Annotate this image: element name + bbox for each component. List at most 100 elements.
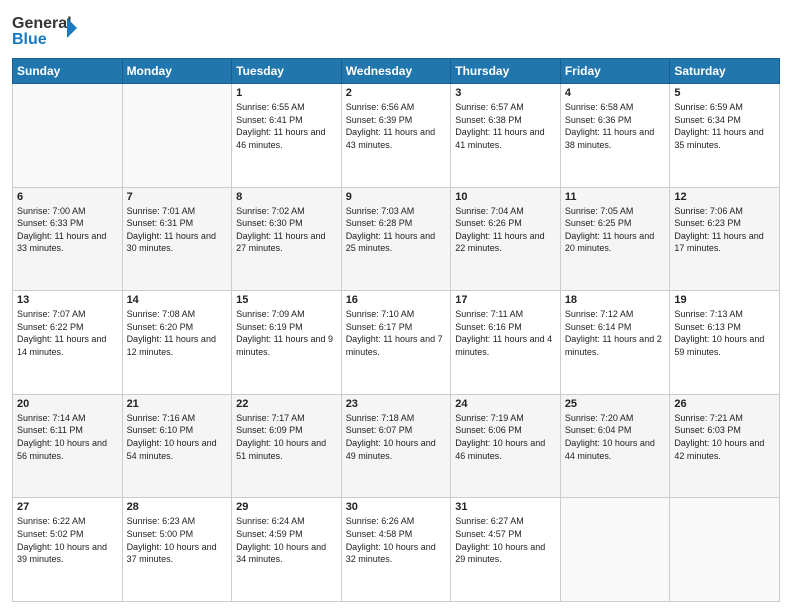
day-number: 30	[346, 501, 447, 513]
svg-text:General: General	[12, 15, 72, 32]
cell-info: Sunrise: 6:24 AM Sunset: 4:59 PM Dayligh…	[236, 515, 337, 565]
weekday-header-sunday: Sunday	[13, 59, 123, 84]
cell-info: Sunrise: 7:06 AM Sunset: 6:23 PM Dayligh…	[674, 205, 775, 255]
day-number: 3	[455, 87, 556, 99]
cell-info: Sunrise: 7:02 AM Sunset: 6:30 PM Dayligh…	[236, 205, 337, 255]
day-number: 31	[455, 501, 556, 513]
calendar-cell: 12 Sunrise: 7:06 AM Sunset: 6:23 PM Dayli…	[670, 187, 780, 291]
calendar-cell: 29 Sunrise: 6:24 AM Sunset: 4:59 PM Dayli…	[232, 498, 342, 602]
calendar-cell: 27 Sunrise: 6:22 AM Sunset: 5:02 PM Dayli…	[13, 498, 123, 602]
day-number: 16	[346, 294, 447, 306]
cell-info: Sunrise: 7:13 AM Sunset: 6:13 PM Dayligh…	[674, 308, 775, 358]
weekday-header-friday: Friday	[560, 59, 670, 84]
cell-info: Sunrise: 7:18 AM Sunset: 6:07 PM Dayligh…	[346, 412, 447, 462]
calendar-cell: 3 Sunrise: 6:57 AM Sunset: 6:38 PM Daylig…	[451, 84, 561, 188]
calendar-cell: 28 Sunrise: 6:23 AM Sunset: 5:00 PM Dayli…	[122, 498, 232, 602]
calendar-cell: 31 Sunrise: 6:27 AM Sunset: 4:57 PM Dayli…	[451, 498, 561, 602]
cell-info: Sunrise: 7:09 AM Sunset: 6:19 PM Dayligh…	[236, 308, 337, 358]
cell-info: Sunrise: 6:27 AM Sunset: 4:57 PM Dayligh…	[455, 515, 556, 565]
day-number: 24	[455, 398, 556, 410]
day-number: 27	[17, 501, 118, 513]
cell-info: Sunrise: 6:26 AM Sunset: 4:58 PM Dayligh…	[346, 515, 447, 565]
cell-info: Sunrise: 7:19 AM Sunset: 6:06 PM Dayligh…	[455, 412, 556, 462]
day-number: 4	[565, 87, 666, 99]
week-row-1: 6Sunrise: 7:00 AM Sunset: 6:33 PM Daylig…	[13, 187, 780, 291]
cell-info: Sunrise: 7:11 AM Sunset: 6:16 PM Dayligh…	[455, 308, 556, 358]
weekday-header-tuesday: Tuesday	[232, 59, 342, 84]
cell-info: Sunrise: 7:20 AM Sunset: 6:04 PM Dayligh…	[565, 412, 666, 462]
day-number: 28	[127, 501, 228, 513]
weekday-header-monday: Monday	[122, 59, 232, 84]
day-number: 19	[674, 294, 775, 306]
day-number: 14	[127, 294, 228, 306]
week-row-4: 27 Sunrise: 6:22 AM Sunset: 5:02 PM Dayli…	[13, 498, 780, 602]
calendar-cell	[122, 84, 232, 188]
week-row-0: 1Sunrise: 6:55 AM Sunset: 6:41 PM Daylig…	[13, 84, 780, 188]
cell-info: Sunrise: 7:07 AM Sunset: 6:22 PM Dayligh…	[17, 308, 118, 358]
cell-info: Sunrise: 6:57 AM Sunset: 6:38 PM Dayligh…	[455, 101, 556, 151]
weekday-header-thursday: Thursday	[451, 59, 561, 84]
day-number: 11	[565, 191, 666, 203]
cell-info: Sunrise: 6:23 AM Sunset: 5:00 PM Dayligh…	[127, 515, 228, 565]
day-number: 13	[17, 294, 118, 306]
calendar: SundayMondayTuesdayWednesdayThursdayFrid…	[12, 58, 780, 602]
day-number: 12	[674, 191, 775, 203]
calendar-cell: 10 Sunrise: 7:04 AM Sunset: 6:26 PM Dayli…	[451, 187, 561, 291]
cell-info: Sunrise: 7:14 AM Sunset: 6:11 PM Dayligh…	[17, 412, 118, 462]
weekday-header-wednesday: Wednesday	[341, 59, 451, 84]
calendar-cell: 14 Sunrise: 7:08 AM Sunset: 6:20 PM Dayli…	[122, 291, 232, 395]
calendar-cell: 13 Sunrise: 7:07 AM Sunset: 6:22 PM Dayli…	[13, 291, 123, 395]
calendar-cell: 1Sunrise: 6:55 AM Sunset: 6:41 PM Daylig…	[232, 84, 342, 188]
day-number: 10	[455, 191, 556, 203]
calendar-cell	[560, 498, 670, 602]
day-number: 2	[346, 87, 447, 99]
day-number: 17	[455, 294, 556, 306]
calendar-cell	[13, 84, 123, 188]
calendar-cell: 15Sunrise: 7:09 AM Sunset: 6:19 PM Dayli…	[232, 291, 342, 395]
day-number: 20	[17, 398, 118, 410]
calendar-cell: 9Sunrise: 7:03 AM Sunset: 6:28 PM Daylig…	[341, 187, 451, 291]
calendar-cell: 4Sunrise: 6:58 AM Sunset: 6:36 PM Daylig…	[560, 84, 670, 188]
cell-info: Sunrise: 6:22 AM Sunset: 5:02 PM Dayligh…	[17, 515, 118, 565]
cell-info: Sunrise: 7:00 AM Sunset: 6:33 PM Dayligh…	[17, 205, 118, 255]
logo: GeneralBlue	[12, 10, 82, 50]
cell-info: Sunrise: 7:04 AM Sunset: 6:26 PM Dayligh…	[455, 205, 556, 255]
cell-info: Sunrise: 7:08 AM Sunset: 6:20 PM Dayligh…	[127, 308, 228, 358]
calendar-cell: 6Sunrise: 7:00 AM Sunset: 6:33 PM Daylig…	[13, 187, 123, 291]
cell-info: Sunrise: 7:16 AM Sunset: 6:10 PM Dayligh…	[127, 412, 228, 462]
day-number: 9	[346, 191, 447, 203]
calendar-cell: 5 Sunrise: 6:59 AM Sunset: 6:34 PM Daylig…	[670, 84, 780, 188]
calendar-cell	[670, 498, 780, 602]
day-number: 25	[565, 398, 666, 410]
cell-info: Sunrise: 6:56 AM Sunset: 6:39 PM Dayligh…	[346, 101, 447, 151]
calendar-cell: 23Sunrise: 7:18 AM Sunset: 6:07 PM Dayli…	[341, 394, 451, 498]
day-number: 22	[236, 398, 337, 410]
cell-info: Sunrise: 7:21 AM Sunset: 6:03 PM Dayligh…	[674, 412, 775, 462]
calendar-cell: 24 Sunrise: 7:19 AM Sunset: 6:06 PM Dayli…	[451, 394, 561, 498]
week-row-3: 20 Sunrise: 7:14 AM Sunset: 6:11 PM Dayli…	[13, 394, 780, 498]
svg-text:Blue: Blue	[12, 31, 47, 48]
day-number: 8	[236, 191, 337, 203]
calendar-cell: 20 Sunrise: 7:14 AM Sunset: 6:11 PM Dayli…	[13, 394, 123, 498]
calendar-cell: 11 Sunrise: 7:05 AM Sunset: 6:25 PM Dayli…	[560, 187, 670, 291]
calendar-cell: 21 Sunrise: 7:16 AM Sunset: 6:10 PM Dayli…	[122, 394, 232, 498]
calendar-cell: 30 Sunrise: 6:26 AM Sunset: 4:58 PM Dayli…	[341, 498, 451, 602]
calendar-cell: 2 Sunrise: 6:56 AM Sunset: 6:39 PM Daylig…	[341, 84, 451, 188]
logo-svg: GeneralBlue	[12, 10, 82, 50]
cell-info: Sunrise: 7:05 AM Sunset: 6:25 PM Dayligh…	[565, 205, 666, 255]
page: GeneralBlue SundayMondayTuesdayWednesday…	[0, 0, 792, 612]
weekday-header-row: SundayMondayTuesdayWednesdayThursdayFrid…	[13, 59, 780, 84]
cell-info: Sunrise: 6:59 AM Sunset: 6:34 PM Dayligh…	[674, 101, 775, 151]
cell-info: Sunrise: 7:12 AM Sunset: 6:14 PM Dayligh…	[565, 308, 666, 358]
calendar-cell: 19 Sunrise: 7:13 AM Sunset: 6:13 PM Dayli…	[670, 291, 780, 395]
calendar-cell: 26Sunrise: 7:21 AM Sunset: 6:03 PM Dayli…	[670, 394, 780, 498]
weekday-header-saturday: Saturday	[670, 59, 780, 84]
header: GeneralBlue	[12, 10, 780, 50]
calendar-cell: 7Sunrise: 7:01 AM Sunset: 6:31 PM Daylig…	[122, 187, 232, 291]
calendar-cell: 18Sunrise: 7:12 AM Sunset: 6:14 PM Dayli…	[560, 291, 670, 395]
day-number: 29	[236, 501, 337, 513]
day-number: 5	[674, 87, 775, 99]
day-number: 21	[127, 398, 228, 410]
calendar-cell: 22Sunrise: 7:17 AM Sunset: 6:09 PM Dayli…	[232, 394, 342, 498]
day-number: 1	[236, 87, 337, 99]
